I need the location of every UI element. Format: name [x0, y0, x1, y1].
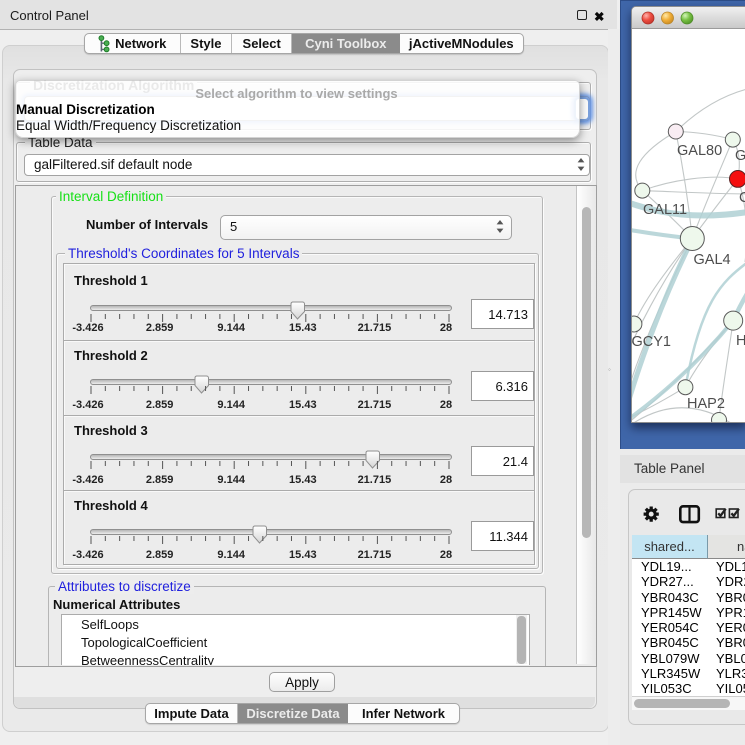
- svg-text:GCY1: GCY1: [632, 334, 671, 350]
- svg-text:GAL11: GAL11: [643, 202, 687, 218]
- svg-text:GA: GA: [735, 148, 745, 164]
- svg-text:C: C: [739, 190, 745, 206]
- svg-text:H: H: [736, 333, 745, 349]
- svg-text:HAP2: HAP2: [687, 396, 725, 412]
- svg-text:GAL4: GAL4: [694, 252, 731, 268]
- svg-text:GAL80: GAL80: [677, 143, 722, 159]
